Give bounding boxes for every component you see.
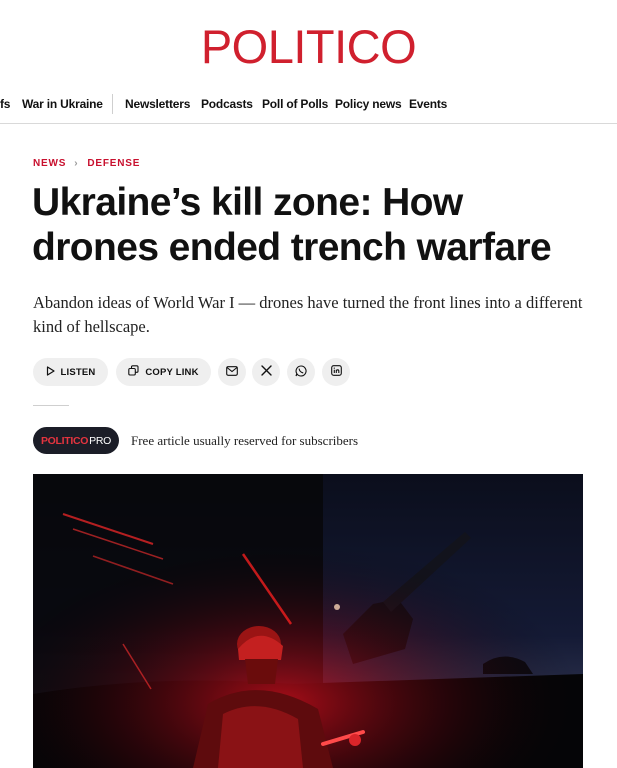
nav-item-war-in-ukraine[interactable]: War in Ukraine (22, 97, 103, 111)
play-icon (46, 365, 55, 379)
whatsapp-share-button[interactable] (287, 358, 315, 386)
nav-item-poll-of-polls[interactable]: Poll of Polls (262, 97, 328, 111)
linkedin-icon (330, 365, 342, 379)
x-share-button[interactable] (252, 358, 280, 386)
nav-item-events[interactable]: Events (409, 97, 447, 111)
copy-link-button[interactable]: COPY LINK (116, 358, 211, 386)
section-divider (33, 405, 69, 406)
breadcrumb: NEWS › DEFENSE (33, 158, 140, 169)
nav-divider (112, 94, 113, 114)
pro-note: Free article usually reserved for subscr… (131, 433, 359, 448)
breadcrumb-news[interactable]: NEWS (33, 158, 66, 169)
listen-button[interactable]: LISTEN (33, 358, 108, 386)
masthead: POLITICO (0, 0, 617, 90)
hero-image (33, 474, 583, 768)
envelope-icon (226, 365, 238, 379)
x-icon (260, 365, 272, 379)
copy-icon (128, 365, 139, 379)
whatsapp-icon (295, 364, 307, 380)
politico-pro-badge[interactable]: POLITICO PRO (33, 427, 119, 454)
nav-item-podcasts[interactable]: Podcasts (201, 97, 253, 111)
nav-item-partial[interactable]: fs (0, 97, 10, 111)
breadcrumb-defense[interactable]: DEFENSE (87, 158, 140, 169)
top-nav: fs War in Ukraine Newsletters Podcasts P… (0, 88, 617, 124)
article-dek: Abandon ideas of World War I — drones ha… (33, 293, 583, 336)
linkedin-share-button[interactable] (322, 358, 350, 386)
chevron-right-icon: › (74, 158, 79, 169)
copy-link-label: COPY LINK (145, 366, 199, 378)
email-share-button[interactable] (218, 358, 246, 386)
article-headline: Ukraine’s kill zone: How drones ended tr… (32, 181, 552, 269)
nav-item-newsletters[interactable]: Newsletters (125, 97, 190, 111)
nav-item-policy-news[interactable]: Policy news (335, 97, 402, 111)
listen-label: LISTEN (60, 366, 96, 378)
pro-badge-pro: PRO (89, 434, 112, 447)
politico-logo[interactable]: POLITICO (0, 20, 617, 74)
pro-badge-politico: POLITICO (40, 434, 89, 447)
soldier-night-photo (33, 474, 583, 768)
